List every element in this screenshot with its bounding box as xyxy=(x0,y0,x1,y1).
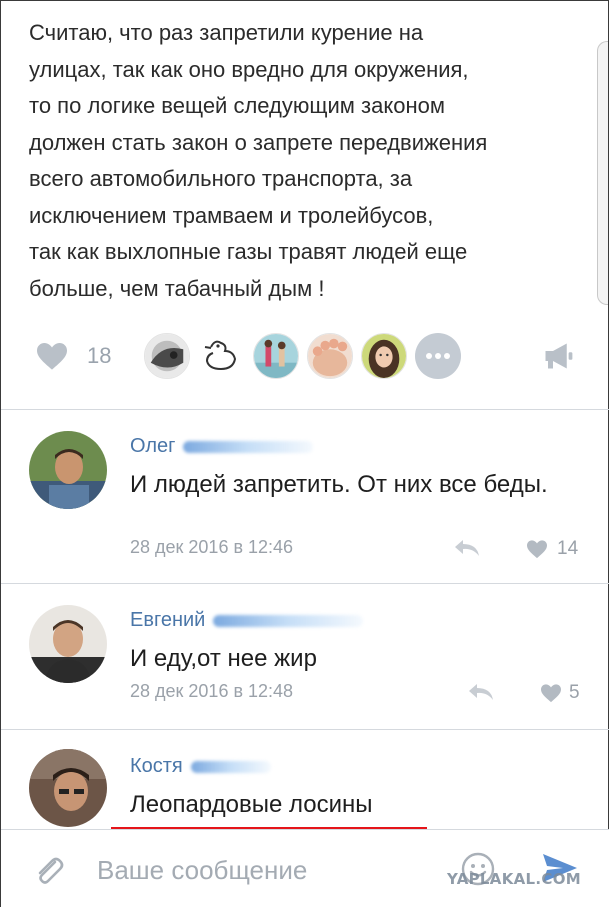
comment-text: И людей запретить. От них все беды. xyxy=(130,471,548,498)
redacted-surname xyxy=(183,440,314,453)
comment-text: Леопардовые лосины xyxy=(130,791,373,818)
avatar[interactable] xyxy=(29,749,107,827)
reply-icon[interactable] xyxy=(453,537,481,559)
comment: Костя Леопардовые лосины xyxy=(1,745,609,829)
comment-like-count: 14 xyxy=(557,538,579,559)
paperclip-icon[interactable] xyxy=(31,854,67,890)
liker-avatar[interactable] xyxy=(253,333,299,379)
comment-like-count: 5 xyxy=(569,682,580,703)
comment-author[interactable]: Олег xyxy=(130,435,175,458)
redacted-surname xyxy=(190,760,271,773)
message-input[interactable] xyxy=(97,850,427,890)
liker-avatar[interactable] xyxy=(144,333,190,379)
divider xyxy=(1,729,609,730)
divider xyxy=(1,583,609,584)
divider xyxy=(1,409,609,410)
comment: Олег И людей запретить. От них все беды.… xyxy=(1,425,609,581)
comment-date: 28 дек 2016 в 12:48 xyxy=(130,681,294,701)
heart-icon[interactable] xyxy=(35,341,69,371)
post-text: Считаю, что раз запретили курение на ули… xyxy=(29,20,488,301)
redacted-surname xyxy=(213,614,364,627)
liker-avatar[interactable] xyxy=(361,333,407,379)
comment-author[interactable]: Евгений xyxy=(130,609,205,632)
post-like-count: 18 xyxy=(87,343,112,368)
comment: Евгений И еду,от нее жир 28 дек 2016 в 1… xyxy=(1,599,609,725)
watermark: YAPLAKAL.COM xyxy=(447,870,581,888)
heart-icon[interactable] xyxy=(525,539,549,559)
comment-text: И еду,от нее жир xyxy=(130,645,317,672)
side-scroll-handle[interactable] xyxy=(597,41,608,305)
ellipsis-icon[interactable] xyxy=(415,333,461,379)
liker-avatar[interactable] xyxy=(307,333,353,379)
liker-avatar[interactable] xyxy=(197,333,243,379)
heart-icon[interactable] xyxy=(539,683,563,703)
message-composer: YAPLAKAL.COM xyxy=(1,829,609,909)
avatar[interactable] xyxy=(29,431,107,509)
comment-date: 28 дек 2016 в 12:46 xyxy=(130,537,294,557)
post-actions: 18 xyxy=(1,323,609,387)
avatar[interactable] xyxy=(29,605,107,683)
megaphone-icon[interactable] xyxy=(541,341,575,371)
reply-icon[interactable] xyxy=(467,681,495,703)
comment-author[interactable]: Костя xyxy=(130,755,183,778)
